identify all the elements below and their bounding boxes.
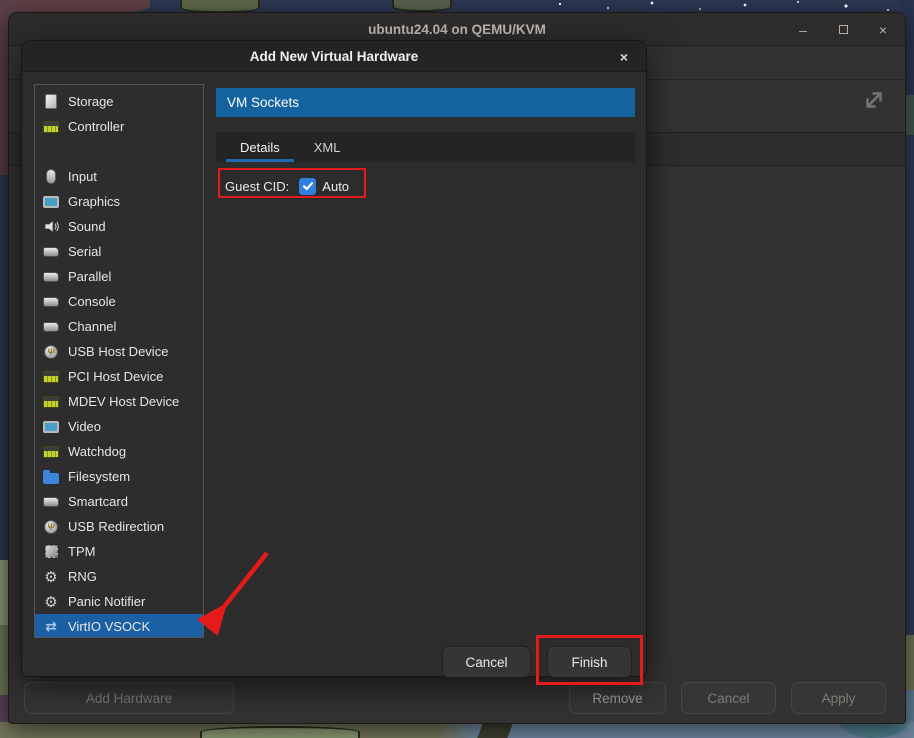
window-title: ubuntu24.04 on QEMU/KVM bbox=[368, 22, 546, 37]
sidebar-item-graphics[interactable]: Graphics bbox=[35, 189, 203, 214]
add-hardware-button[interactable]: Add Hardware bbox=[24, 682, 234, 714]
guest-cid-label: Guest CID: bbox=[225, 179, 289, 194]
mouse-icon bbox=[42, 168, 60, 186]
monitor-icon bbox=[42, 193, 60, 211]
sidebar-item-pci-host-device[interactable]: PCI Host Device bbox=[35, 364, 203, 389]
tab-details[interactable]: Details bbox=[223, 132, 297, 162]
close-button[interactable]: × bbox=[875, 22, 891, 38]
sidebar-item-virtio-vsock[interactable]: ⇄ VirtIO VSOCK bbox=[35, 614, 203, 638]
add-hardware-label: Add Hardware bbox=[86, 691, 172, 706]
gear-icon: ⚙ bbox=[42, 568, 60, 586]
finish-label: Finish bbox=[571, 655, 607, 670]
window-controls: – × bbox=[795, 13, 891, 46]
hardware-type-list: Storage Controller Input Graphics Sound … bbox=[34, 84, 204, 638]
sidebar-item-panic-notifier[interactable]: ⚙ Panic Notifier bbox=[35, 589, 203, 614]
wallpaper-shape bbox=[200, 726, 360, 738]
remove-button[interactable]: Remove bbox=[569, 682, 666, 714]
serial-device-icon bbox=[42, 243, 60, 261]
speaker-icon bbox=[42, 218, 60, 236]
auto-checkbox[interactable] bbox=[299, 178, 316, 195]
sidebar-item-controller[interactable]: Controller bbox=[35, 114, 203, 139]
bidirectional-arrows-icon: ⇄ bbox=[42, 618, 60, 636]
finish-button[interactable]: Finish bbox=[547, 646, 632, 678]
sidebar-item-filesystem[interactable]: Filesystem bbox=[35, 464, 203, 489]
auto-checkbox-label: Auto bbox=[322, 179, 349, 194]
tab-xml[interactable]: XML bbox=[297, 132, 358, 162]
sidebar-item-tpm[interactable]: TPM bbox=[35, 539, 203, 564]
usb-icon: Ψ bbox=[42, 343, 60, 361]
maximize-icon bbox=[839, 25, 848, 34]
sidebar-item-usb-host-device[interactable]: Ψ USB Host Device bbox=[35, 339, 203, 364]
serial-device-icon bbox=[42, 493, 60, 511]
wallpaper-shape bbox=[392, 0, 452, 12]
window-cancel-button[interactable]: Cancel bbox=[681, 682, 776, 714]
disk-icon bbox=[42, 93, 60, 111]
chip-icon bbox=[42, 118, 60, 136]
dialog-cancel-label: Cancel bbox=[465, 655, 507, 670]
sidebar-item-serial[interactable]: Serial bbox=[35, 239, 203, 264]
sidebar-item-storage[interactable]: Storage bbox=[35, 89, 203, 114]
sidebar-item-input[interactable]: Input bbox=[35, 164, 203, 189]
sidebar-item-console[interactable]: Console bbox=[35, 289, 203, 314]
serial-device-icon bbox=[42, 293, 60, 311]
guest-cid-row: Guest CID: Auto bbox=[216, 173, 635, 199]
detail-tabbar: Details XML bbox=[216, 132, 635, 162]
serial-device-icon bbox=[42, 268, 60, 286]
fullscreen-expand-icon[interactable] bbox=[859, 85, 889, 115]
sidebar-item-usb-redirection[interactable]: Ψ USB Redirection bbox=[35, 514, 203, 539]
checkmark-icon bbox=[302, 180, 314, 192]
panel-header: VM Sockets bbox=[216, 88, 635, 117]
dialog-title: Add New Virtual Hardware bbox=[250, 49, 419, 64]
panel-header-label: VM Sockets bbox=[227, 95, 299, 110]
dialog-cancel-button[interactable]: Cancel bbox=[442, 646, 531, 678]
sidebar-item-rng[interactable]: ⚙ RNG bbox=[35, 564, 203, 589]
chip-icon bbox=[42, 443, 60, 461]
minimize-button[interactable]: – bbox=[795, 22, 811, 38]
chip-icon bbox=[42, 393, 60, 411]
sidebar-item-mdev-host-device[interactable]: MDEV Host Device bbox=[35, 389, 203, 414]
monitor-icon bbox=[42, 418, 60, 436]
hardware-detail-panel: VM Sockets Details XML Guest CID: Auto bbox=[216, 88, 635, 199]
tpm-chip-icon bbox=[42, 543, 60, 561]
sidebar-empty-row bbox=[35, 139, 203, 164]
maximize-button[interactable] bbox=[835, 22, 851, 38]
sidebar-item-watchdog[interactable]: Watchdog bbox=[35, 439, 203, 464]
usb-icon: Ψ bbox=[42, 518, 60, 536]
sidebar-item-sound[interactable]: Sound bbox=[35, 214, 203, 239]
gear-icon: ⚙ bbox=[42, 593, 60, 611]
sidebar-item-video[interactable]: Video bbox=[35, 414, 203, 439]
wallpaper-bottom-edge bbox=[0, 722, 914, 738]
wallpaper-shape bbox=[477, 724, 512, 738]
folder-icon bbox=[42, 468, 60, 486]
add-hardware-dialog: Add New Virtual Hardware × Storage Contr… bbox=[21, 40, 647, 677]
dialog-titlebar[interactable]: Add New Virtual Hardware × bbox=[22, 41, 646, 72]
apply-button[interactable]: Apply bbox=[791, 682, 886, 714]
window-cancel-label: Cancel bbox=[707, 691, 749, 706]
serial-device-icon bbox=[42, 318, 60, 336]
sidebar-item-parallel[interactable]: Parallel bbox=[35, 264, 203, 289]
sidebar-item-smartcard[interactable]: Smartcard bbox=[35, 489, 203, 514]
remove-label: Remove bbox=[592, 691, 642, 706]
apply-label: Apply bbox=[822, 691, 856, 706]
sidebar-item-channel[interactable]: Channel bbox=[35, 314, 203, 339]
dialog-close-button[interactable]: × bbox=[613, 41, 635, 72]
chip-icon bbox=[42, 368, 60, 386]
